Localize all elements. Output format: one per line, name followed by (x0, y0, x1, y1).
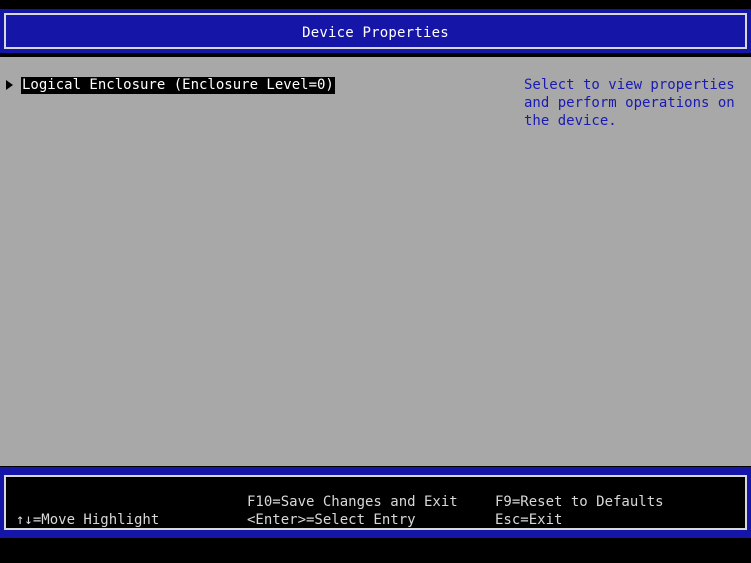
submenu-arrow-icon (6, 80, 13, 90)
hint-select-entry: <Enter>=Select Entry (247, 512, 416, 528)
title-bar: Device Properties (0, 9, 751, 53)
hint-save-exit: F10=Save Changes and Exit (247, 494, 458, 510)
help-line: the device. (524, 113, 617, 129)
title-frame: Device Properties (4, 13, 747, 49)
help-line: Select to view properties (524, 77, 735, 93)
menu-item-label[interactable]: Logical Enclosure (Enclosure Level=0) (21, 76, 335, 94)
bottom-strip (0, 538, 751, 563)
hint-move-highlight: ↑↓=Move Highlight (16, 512, 160, 528)
content-area: Logical Enclosure (Enclosure Level=0) Se… (0, 57, 751, 466)
footer-bar: ↑↓=Move Highlight F10=Save Changes and E… (0, 467, 751, 538)
page-title: Device Properties (302, 25, 449, 41)
menu-item-logical-enclosure[interactable]: Logical Enclosure (Enclosure Level=0) (6, 76, 335, 94)
hint-exit: Esc=Exit (495, 512, 563, 528)
help-panel: Select to view properties and perform op… (524, 76, 739, 130)
help-line: and perform operations on (524, 95, 735, 111)
footer-frame: ↑↓=Move Highlight F10=Save Changes and E… (4, 475, 747, 530)
hint-reset-defaults: F9=Reset to Defaults (495, 494, 664, 510)
bios-screen: Device Properties Logical Enclosure (Enc… (0, 0, 751, 563)
